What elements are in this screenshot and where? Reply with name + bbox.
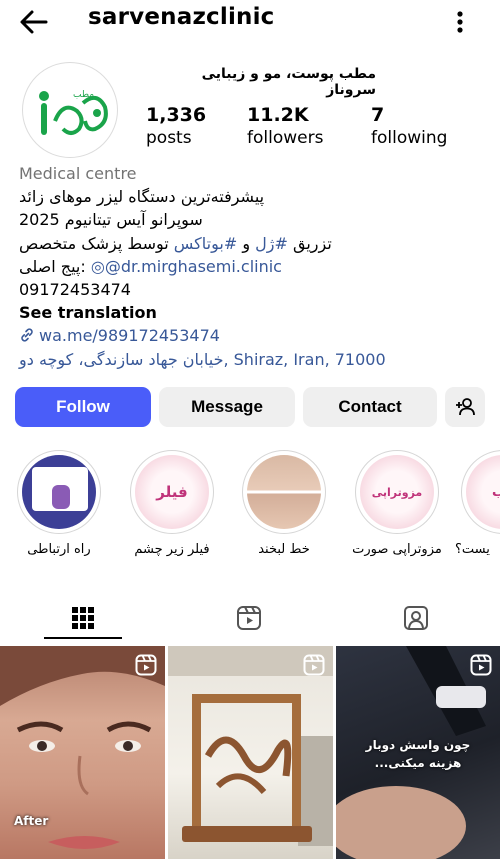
add-person-icon bbox=[456, 398, 475, 416]
following-count: 7 bbox=[371, 104, 385, 126]
highlight-label: خط لبخند bbox=[258, 542, 310, 557]
hashtag-gel[interactable]: #ژل bbox=[255, 234, 288, 253]
website-link-row[interactable]: wa.me/989172453474 bbox=[19, 324, 489, 347]
website-link[interactable]: wa.me/989172453474 bbox=[39, 326, 220, 345]
bio-injection-suffix: توسط پزشک متخصص bbox=[19, 233, 174, 253]
following-label: following bbox=[371, 128, 448, 148]
mention-link[interactable]: @dr.mirghasemi.clinic bbox=[105, 257, 282, 276]
main-page-label: پیج اصلی: bbox=[19, 256, 86, 276]
bio-line-laser: پیشرفته‌ترین دستگاه لیزر موهای زائد bbox=[19, 187, 265, 207]
message-button[interactable]: Message bbox=[159, 387, 295, 427]
post-tile-3[interactable]: چون واسش دوبار هزینه میکنی... bbox=[336, 646, 500, 859]
tagged-person-icon bbox=[404, 606, 428, 630]
posts-count: 1,336 bbox=[146, 104, 207, 126]
post-caption: After bbox=[14, 814, 49, 828]
highlight-thumbnail: ب bbox=[466, 455, 500, 529]
hashtag-botox[interactable]: #بوتاکس bbox=[174, 234, 237, 253]
highlight-thumbnail bbox=[22, 455, 96, 529]
reels-icon bbox=[237, 606, 261, 630]
highlight-cover bbox=[17, 450, 101, 534]
highlight-label: مزوتراپی صورت bbox=[352, 542, 442, 557]
highlight-mesotherapy[interactable]: مزوتراپی مزوتراپی صورت bbox=[349, 450, 445, 557]
grid-tab[interactable] bbox=[43, 595, 123, 641]
following-stat[interactable]: 7 following bbox=[371, 104, 447, 148]
reels-icon bbox=[135, 654, 157, 676]
reels-icon bbox=[470, 654, 492, 676]
back-arrow-icon[interactable] bbox=[18, 8, 50, 36]
highlight-thumbnail bbox=[247, 455, 321, 529]
highlight-label: یست؟ bbox=[455, 542, 490, 557]
bio-category: Medical centre bbox=[19, 164, 137, 183]
profile-username: sarvenazclinic bbox=[88, 4, 275, 30]
followers-stat[interactable]: 11.2K followers bbox=[247, 104, 323, 148]
suggest-people-button[interactable] bbox=[445, 387, 485, 427]
posts-label: posts bbox=[146, 128, 192, 148]
profile-bio: Medical centre پیشرفته‌ترین دستگاه لیزر … bbox=[19, 162, 489, 371]
highlight-cover bbox=[242, 450, 326, 534]
highlight-cover: فیلر bbox=[130, 450, 214, 534]
highlight-cover-text: فیلر bbox=[156, 483, 188, 501]
profile-avatar[interactable]: مطب bbox=[22, 62, 118, 158]
post-caption: چون واسش دوبار هزینه میکنی... bbox=[365, 738, 471, 770]
see-translation-link[interactable]: See translation bbox=[19, 301, 489, 324]
bio-line-main-page: پیج اصلی: ◎@dr.mirghasemi.clinic bbox=[19, 255, 489, 278]
profile-display-name: مطب پوست، مو و زیبایی سروناز bbox=[201, 66, 376, 98]
active-tab-indicator bbox=[44, 637, 122, 639]
tagged-tab[interactable] bbox=[376, 595, 456, 641]
highlight-cover: ب bbox=[461, 450, 500, 534]
post-grid: After چون واسش دوبار هزینه میکنی... bbox=[0, 646, 500, 859]
followers-label: followers bbox=[247, 128, 324, 148]
highlight-partial[interactable]: ب یست؟ bbox=[455, 450, 500, 557]
clinic-logo-text: مطب bbox=[73, 90, 94, 100]
profile-tabs bbox=[0, 595, 500, 641]
bio-phone[interactable]: 09172453474 bbox=[19, 278, 489, 301]
highlight-smile-line[interactable]: خط لبخند bbox=[236, 450, 332, 557]
link-icon bbox=[21, 328, 33, 342]
threads-icon: ◎ bbox=[90, 256, 105, 276]
address-link[interactable]: خیابان جهاد سازندگی، کوچه دو, Shiraz, Ir… bbox=[19, 348, 489, 371]
followers-count: 11.2K bbox=[247, 104, 309, 126]
highlight-cover: مزوتراپی bbox=[355, 450, 439, 534]
reels-tab[interactable] bbox=[209, 595, 289, 641]
reels-icon bbox=[303, 654, 325, 676]
highlight-label: فیلر زیر چشم bbox=[134, 542, 210, 557]
grid-icon bbox=[72, 607, 94, 629]
bio-line-injection: تزریق #ژل و #بوتاکس توسط پزشک متخصص bbox=[19, 232, 489, 255]
post-tile-1[interactable]: After bbox=[0, 646, 165, 859]
contact-button[interactable]: Contact bbox=[303, 387, 437, 427]
bio-injection-and: و bbox=[237, 233, 256, 253]
top-bar: sarvenazclinic bbox=[0, 0, 500, 44]
post-stand-illustration bbox=[168, 646, 333, 846]
follow-button[interactable]: Follow bbox=[15, 387, 151, 427]
highlight-cover-text: مزوتراپی bbox=[371, 485, 423, 499]
highlight-cover-text: ب bbox=[492, 484, 500, 500]
highlight-label: راه ارتباطی bbox=[27, 542, 91, 557]
more-vertical-icon[interactable] bbox=[450, 8, 470, 36]
bio-line-device: سوپرانو آیس تیتانیوم 2025 bbox=[19, 210, 203, 230]
bio-injection-prefix: تزریق bbox=[287, 233, 332, 253]
highlight-contact[interactable]: راه ارتباطی bbox=[11, 450, 107, 557]
clinic-logo-icon: مطب bbox=[39, 90, 108, 135]
post-tile-2[interactable] bbox=[168, 646, 333, 859]
posts-stat[interactable]: 1,336 posts bbox=[146, 104, 206, 148]
highlight-thumbnail: فیلر bbox=[135, 455, 209, 529]
highlight-thumbnail: مزوتراپی bbox=[360, 455, 434, 529]
highlight-eye-filler[interactable]: فیلر فیلر زیر چشم bbox=[124, 450, 220, 557]
